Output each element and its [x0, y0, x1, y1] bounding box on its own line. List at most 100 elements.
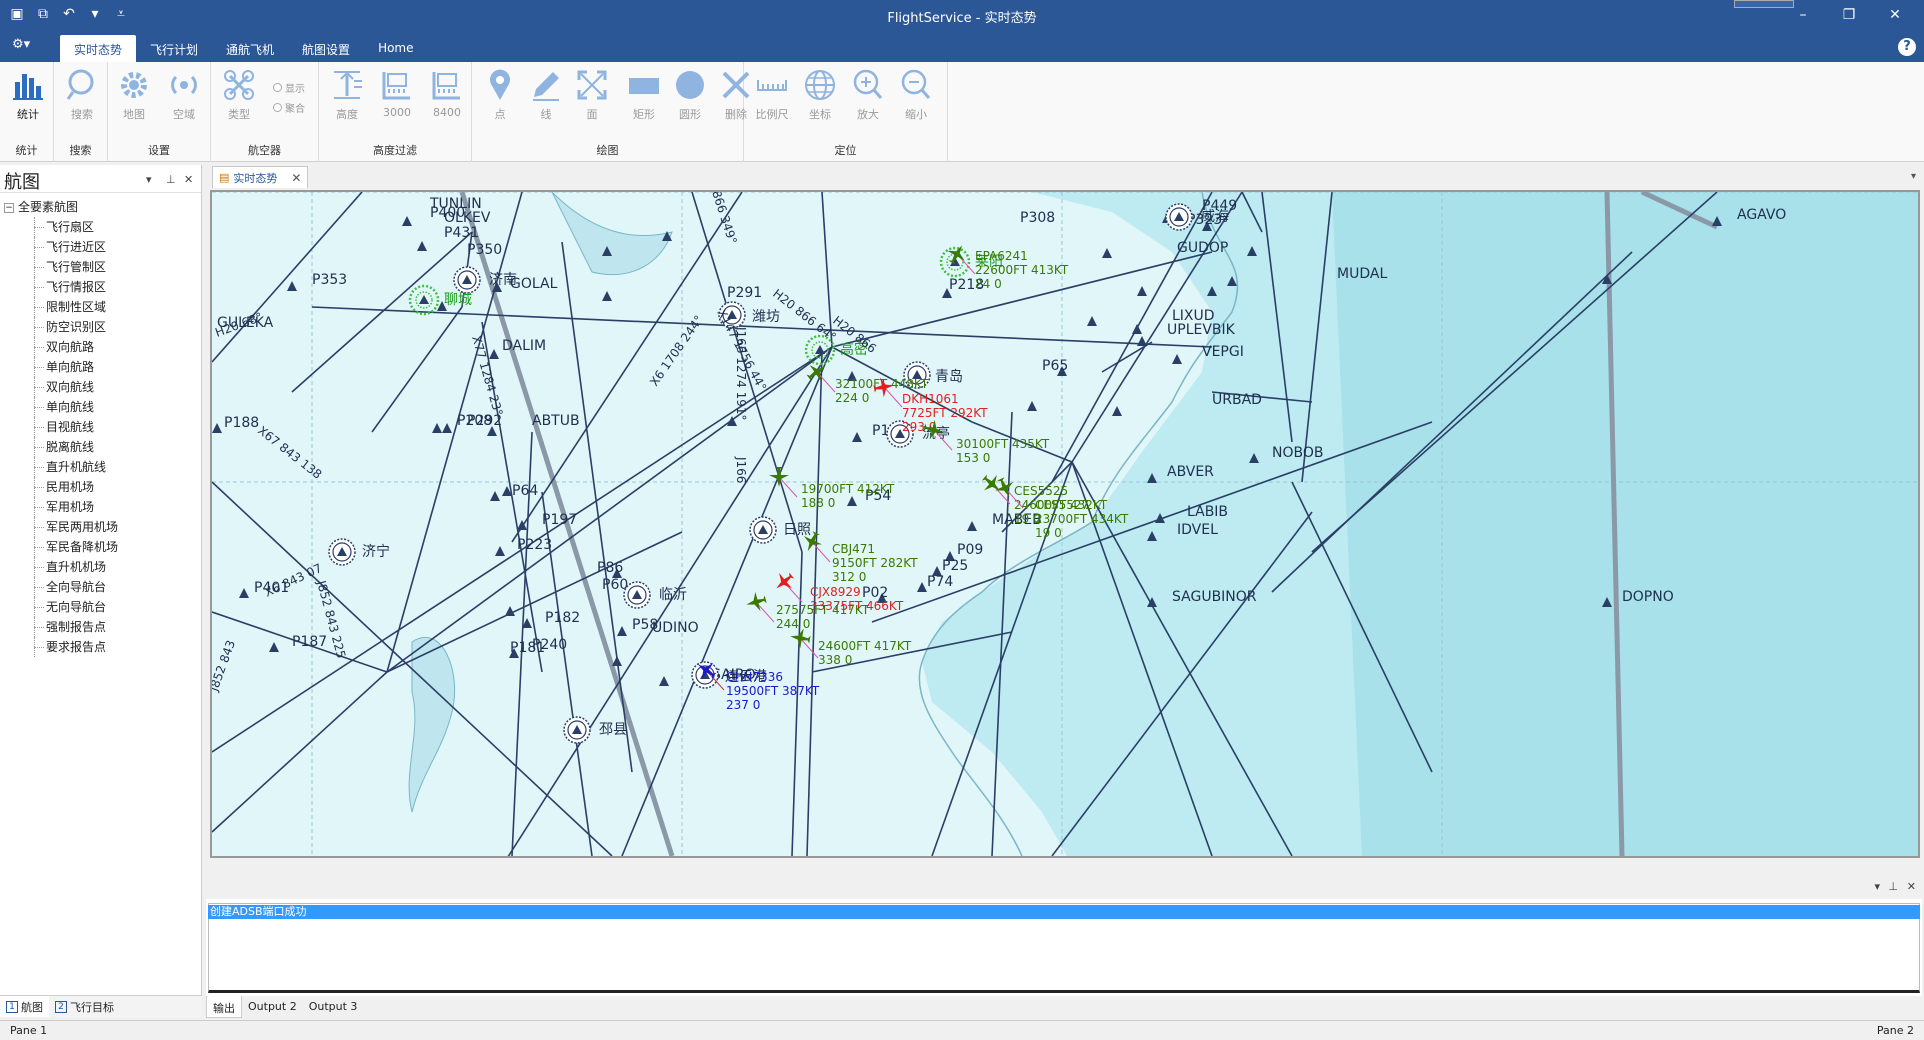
button-label: 面	[586, 108, 598, 121]
radar-button[interactable]: 空域	[160, 68, 208, 128]
ribbon-tab[interactable]: 飞行计划	[136, 35, 212, 62]
airport-marker[interactable]	[328, 538, 356, 566]
pin-button[interactable]: 点	[476, 68, 524, 128]
flight-callsign: CBJ471	[832, 542, 875, 556]
button-label: 空域	[173, 108, 195, 121]
pin-icon[interactable]: ⊥	[166, 173, 176, 186]
button-label: 类型	[228, 108, 250, 121]
drone-button[interactable]: 类型	[215, 68, 263, 128]
pane-dropdown-icon[interactable]: ▾	[146, 173, 152, 186]
tree-item[interactable]: 飞行进近区	[4, 237, 201, 257]
restore-icon[interactable]: ❐	[1826, 0, 1872, 30]
search-button[interactable]: 搜索	[58, 68, 106, 128]
output-pin-icon[interactable]: ⊥	[1888, 880, 1898, 893]
expand-button[interactable]: 面	[568, 68, 616, 128]
radio-option[interactable]: 聚合	[273, 100, 305, 115]
waypoint-label: P182	[545, 610, 580, 626]
tree-item[interactable]: 目视航线	[4, 417, 201, 437]
tab-close-icon[interactable]: ✕	[291, 171, 301, 185]
tree-item[interactable]: 双向航路	[4, 337, 201, 357]
airport-marker[interactable]	[749, 516, 777, 544]
altitude-button[interactable]: 高度	[323, 68, 371, 128]
output-tab[interactable]: 输出	[206, 996, 242, 1018]
globe-button[interactable]: 坐标	[796, 68, 844, 128]
circle-button[interactable]: 圆形	[666, 68, 714, 128]
radio-option[interactable]: 显示	[273, 80, 305, 95]
flight-alt-speed: 19500FT 387KT	[726, 684, 820, 698]
doc-dropdown-icon[interactable]: ▾	[1911, 171, 1916, 182]
rectangle-button[interactable]: 矩形	[620, 68, 668, 128]
tree-item[interactable]: 全向导航台	[4, 577, 201, 597]
button-label: 3000	[383, 106, 411, 119]
ribbon-tab[interactable]: 航图设置	[288, 35, 364, 62]
minimize-icon[interactable]: –	[1780, 0, 1826, 30]
tree-item[interactable]: 军民备降机场	[4, 537, 201, 557]
airport-label: 威海	[1201, 209, 1229, 225]
ribbon-group: 比例尺 坐标 放大 缩小 定位	[744, 62, 948, 162]
app-menu-button[interactable]: ⚙▾	[12, 37, 42, 55]
pencil-button[interactable]: 线	[522, 68, 570, 128]
output-tab[interactable]: Output 3	[303, 996, 364, 1018]
collapse-icon[interactable]: −	[4, 202, 14, 213]
tree-item[interactable]: 军用机场	[4, 497, 201, 517]
tree-item[interactable]: 单向航路	[4, 357, 201, 377]
radio-dot[interactable]	[273, 83, 282, 92]
tree-item[interactable]: 军民两用机场	[4, 517, 201, 537]
bar-chart-button[interactable]: 统计	[4, 68, 52, 128]
map-canvas[interactable]: P400P431P353P350GOLALP291 P218P308P449P32…	[212, 192, 1918, 856]
tree-item[interactable]: 直升机机场	[4, 557, 201, 577]
left-pane-tabs: 1 航图 2 飞行目标	[0, 995, 202, 1017]
button-label: 地图	[123, 108, 145, 121]
tree-item[interactable]: 防空识别区	[4, 317, 201, 337]
airport-label: 济南	[489, 272, 517, 288]
pane-title: 航图	[4, 172, 40, 193]
airport-label: 日照	[783, 522, 811, 538]
button-label: 8400	[433, 106, 461, 119]
ribbon-tab[interactable]: 实时态势	[60, 35, 137, 62]
scale-button[interactable]: 比例尺	[748, 68, 796, 128]
left-tab[interactable]: 1 航图	[0, 996, 49, 1017]
map-view[interactable]: P400 P431 P353 P350 GOLAL P291 P218 P308 P449 P32…	[210, 190, 1920, 858]
output-dropdown-icon[interactable]: ▾	[1874, 880, 1880, 893]
pane-close-icon[interactable]: ✕	[184, 173, 193, 186]
output-close-icon[interactable]: ✕	[1907, 880, 1916, 893]
document-icon: ▤	[219, 171, 230, 184]
ribbon-group: 地图 空域 设置	[108, 62, 211, 162]
zoom-out-button[interactable]: 缩小	[892, 68, 940, 128]
tree-item[interactable]: 飞行扇区	[4, 217, 201, 237]
tree-item[interactable]: 单向航线	[4, 397, 201, 417]
radio-dot[interactable]	[273, 103, 282, 112]
tree-item[interactable]: 双向航线	[4, 377, 201, 397]
tree-item[interactable]: 脱离航线	[4, 437, 201, 457]
help-icon[interactable]: ?	[1898, 38, 1916, 56]
tree-item[interactable]: 限制性区域	[4, 297, 201, 317]
ribbon-tab[interactable]: Home	[364, 35, 427, 62]
airport-marker[interactable]	[1165, 203, 1193, 231]
tree-item[interactable]: 民用机场	[4, 477, 201, 497]
airport-marker[interactable]	[453, 266, 481, 294]
ruler-button[interactable]: 8400	[423, 68, 471, 128]
ruler-button[interactable]: 3000	[373, 68, 421, 128]
tree-item[interactable]: 强制报告点	[4, 617, 201, 637]
tree-item[interactable]: 飞行情报区	[4, 277, 201, 297]
left-tab[interactable]: 2 飞行目标	[49, 996, 120, 1017]
airport-marker[interactable]	[623, 581, 651, 609]
tree-root[interactable]: − 全要素航图	[4, 197, 201, 217]
airport-marker[interactable]	[563, 716, 591, 744]
tree-item[interactable]: 要求报告点	[4, 637, 201, 657]
flight-heading: 237 0	[726, 698, 760, 712]
waypoint-label: GOLAL	[510, 276, 558, 292]
ribbon-tab[interactable]: 通航飞机	[212, 35, 288, 62]
waypoint-label: P60	[602, 577, 628, 593]
output-tab[interactable]: Output 2	[242, 996, 303, 1018]
close-icon[interactable]: ✕	[1872, 0, 1918, 30]
tree-item[interactable]: 无向导航台	[4, 597, 201, 617]
flight-heading: 188 0	[801, 496, 835, 510]
tree-item[interactable]: 飞行管制区	[4, 257, 201, 277]
doc-tab-realtime[interactable]: ▤ 实时态势 ✕	[212, 166, 309, 188]
flight-alt-speed: 27575FT 417KT	[776, 603, 870, 617]
output-line[interactable]: 创建ADSB端口成功	[208, 905, 1920, 919]
zoom-in-button[interactable]: 放大	[844, 68, 892, 128]
tree-item[interactable]: 直升机航线	[4, 457, 201, 477]
gear-button[interactable]: 地图	[110, 68, 158, 128]
